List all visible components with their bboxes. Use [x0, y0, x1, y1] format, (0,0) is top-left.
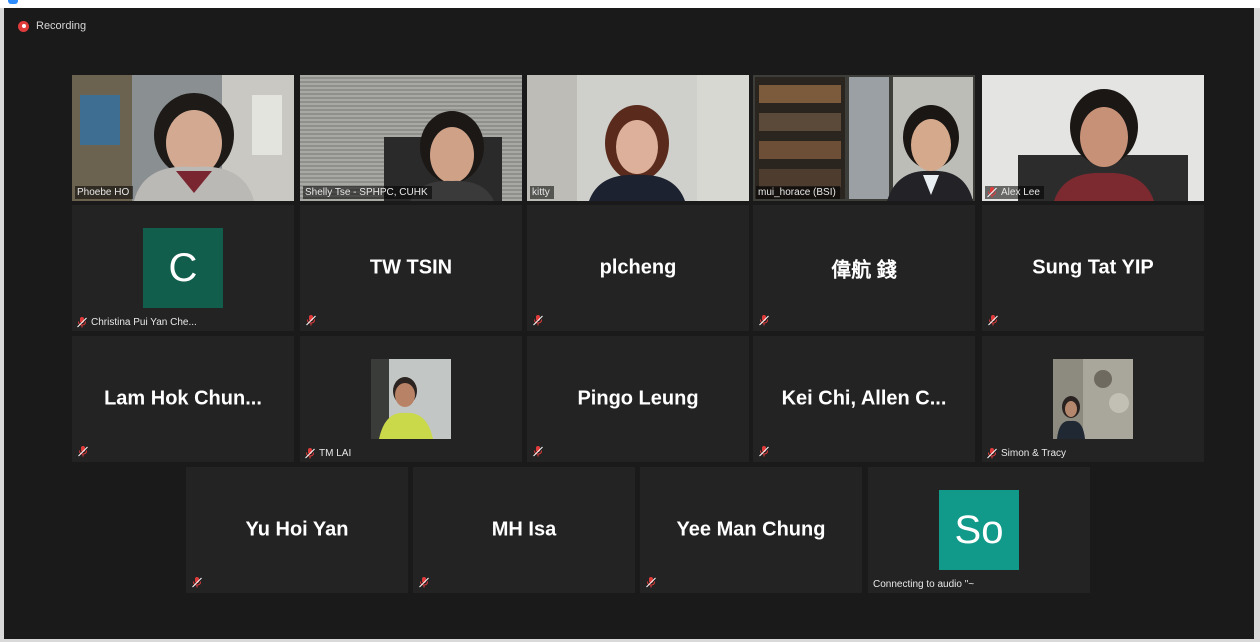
participant-tile[interactable]: Sung Tat YIP	[982, 205, 1204, 331]
video-feed	[982, 75, 1204, 201]
participant-tile[interactable]: Pingo Leung	[527, 336, 749, 462]
participant-name-label: Shelly Tse - SPHPC, CUHK	[303, 186, 432, 199]
participant-display-name: Pingo Leung	[577, 387, 699, 410]
participant-tile[interactable]: Yu Hoi Yan	[186, 467, 408, 593]
participant-tile[interactable]: Phoebe HO	[72, 75, 294, 201]
avatar: C	[143, 228, 223, 308]
muted-microphone-icon	[419, 577, 429, 588]
participant-tile[interactable]: MH Isa	[413, 467, 635, 593]
video-feed	[753, 75, 975, 201]
window-border	[1254, 8, 1260, 642]
window-border	[0, 8, 4, 642]
participant-display-name: Kei Chi, Allen C...	[781, 387, 947, 410]
participant-name-label: Alex Lee	[985, 186, 1044, 199]
participant-name-label: kitty	[530, 186, 554, 199]
participant-tile[interactable]: Lam Hok Chun...	[72, 336, 294, 462]
muted-microphone-icon	[533, 446, 543, 457]
participant-name: Christina Pui Yan Che...	[91, 317, 197, 328]
participant-tile[interactable]: TW TSIN	[300, 205, 522, 331]
participant-display-name: Yu Hoi Yan	[245, 518, 349, 541]
participant-status: Connecting to audio "~	[873, 579, 975, 590]
muted-microphone-icon	[306, 315, 316, 326]
participant-tile[interactable]: plcheng	[527, 205, 749, 331]
participant-tile-active-speaker[interactable]: mui_horace (BSI)	[753, 75, 975, 201]
participant-name: Phoebe HO	[77, 187, 130, 198]
video-feed	[300, 75, 522, 201]
participant-name-label: mui_horace (BSI)	[756, 186, 840, 199]
participant-tile[interactable]: So Connecting to audio "~	[868, 467, 1090, 593]
muted-microphone-icon	[78, 446, 88, 457]
participant-tile[interactable]: kitty	[527, 75, 749, 201]
participant-name: Alex Lee	[1001, 187, 1040, 198]
muted-microphone-icon	[988, 315, 998, 326]
participant-name: kitty	[532, 187, 550, 198]
muted-microphone-icon	[192, 577, 202, 588]
participant-tile[interactable]: Shelly Tse - SPHPC, CUHK	[300, 75, 522, 201]
profile-picture	[371, 359, 451, 439]
participant-display-name: Lam Hok Chun...	[104, 387, 262, 410]
muted-microphone-icon	[305, 448, 315, 459]
avatar-letter: C	[168, 245, 198, 290]
participant-display-name: 偉航 錢	[831, 259, 897, 282]
record-icon	[18, 20, 29, 32]
participant-name-label: Christina Pui Yan Che...	[75, 316, 201, 329]
video-feed	[527, 75, 749, 201]
participant-display-name: plcheng	[599, 256, 677, 279]
participant-name-label: Phoebe HO	[75, 186, 134, 199]
participant-name-label: Simon & Tracy	[985, 447, 1070, 460]
meeting-window: Recording Phoebe HO Shelly Tse - SPHPC, …	[0, 0, 1260, 642]
participant-name-label: TM LAI	[303, 447, 355, 460]
participant-tile[interactable]: Alex Lee	[982, 75, 1204, 201]
app-icon	[8, 0, 18, 4]
video-feed	[72, 75, 294, 201]
participant-name: mui_horace (BSI)	[758, 187, 836, 198]
participant-tile[interactable]: C Christina Pui Yan Che...	[72, 205, 294, 331]
participant-name: Simon & Tracy	[1001, 448, 1067, 459]
muted-microphone-icon	[646, 577, 656, 588]
participant-tile[interactable]: Kei Chi, Allen C...	[753, 336, 975, 462]
participant-tile[interactable]: Simon & Tracy	[982, 336, 1204, 462]
participant-display-name: TW TSIN	[369, 256, 453, 279]
avatar: So	[939, 490, 1019, 570]
participant-name: Shelly Tse - SPHPC, CUHK	[305, 187, 428, 198]
connecting-audio-label: Connecting to audio "~	[871, 578, 978, 591]
participant-name: TM LAI	[319, 448, 352, 459]
muted-microphone-icon	[77, 317, 87, 328]
participant-tile[interactable]: 偉航 錢	[753, 205, 975, 331]
participant-display-name: Sung Tat YIP	[1032, 256, 1154, 279]
avatar-letter: So	[954, 507, 1004, 552]
recording-indicator[interactable]: Recording	[18, 20, 86, 32]
muted-microphone-icon	[987, 187, 997, 198]
participant-tile[interactable]: TM LAI	[300, 336, 522, 462]
participant-display-name: MH Isa	[491, 518, 557, 541]
recording-label: Recording	[36, 20, 87, 32]
profile-picture	[1053, 359, 1133, 439]
participant-tile[interactable]: Yee Man Chung	[640, 467, 862, 593]
muted-microphone-icon	[987, 448, 997, 459]
muted-microphone-icon	[533, 315, 543, 326]
title-strip	[0, 0, 1260, 8]
muted-microphone-icon	[759, 446, 769, 457]
muted-microphone-icon	[759, 315, 769, 326]
participant-display-name: Yee Man Chung	[676, 518, 826, 541]
